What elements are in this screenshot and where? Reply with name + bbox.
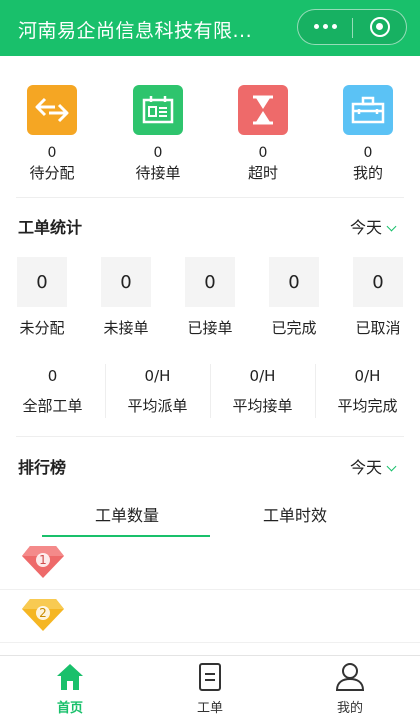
tab-order-timeliness[interactable]: 工单时效 <box>210 502 380 526</box>
tile-pending-accept[interactable]: 0 待接单 <box>118 85 198 183</box>
stat-label: 已完成 <box>271 319 317 337</box>
divider <box>16 197 404 198</box>
stat-value: 0 <box>101 257 151 307</box>
mini-program-capsule <box>297 9 407 45</box>
stat-cancelled[interactable]: 0 已取消 <box>343 257 413 338</box>
tile-label: 待分配 <box>29 164 75 182</box>
tile-count: 0 <box>363 145 373 161</box>
avg-label: 平均接单 <box>232 397 293 415</box>
nav-label: 首页 <box>56 701 83 716</box>
avg-value: 0/H <box>354 367 381 385</box>
avg-accept: 0/H 平均接单 <box>210 367 315 416</box>
nav-label: 我的 <box>336 701 363 716</box>
avg-label: 全部工单 <box>22 397 83 415</box>
stat-unassigned[interactable]: 0 未分配 <box>7 257 77 338</box>
toolbox-icon <box>343 85 393 135</box>
stat-completed[interactable]: 0 已完成 <box>259 257 329 338</box>
tile-timeout[interactable]: 0 超时 <box>223 85 303 183</box>
stat-label: 已取消 <box>355 319 401 337</box>
avg-value: 0 <box>47 367 58 385</box>
swap-arrows-icon <box>27 85 77 135</box>
rank-number: 1 <box>39 553 47 567</box>
chevron-down-icon <box>386 221 397 232</box>
stats-date-filter[interactable]: 今天 <box>350 214 397 238</box>
home-icon <box>57 664 83 690</box>
bottom-nav: 首页 工单 我的 <box>0 655 420 719</box>
stat-value: 0 <box>353 257 403 307</box>
filter-label: 今天 <box>350 458 383 477</box>
nav-label: 工单 <box>196 701 223 716</box>
tab-order-count[interactable]: 工单数量 <box>42 502 212 526</box>
stat-value: 0 <box>17 257 67 307</box>
stat-label: 未分配 <box>19 319 65 337</box>
stat-value: 0 <box>185 257 235 307</box>
nav-orders[interactable]: 工单 <box>160 662 260 716</box>
rank-number: 2 <box>39 606 47 620</box>
calendar-board-icon <box>133 85 183 135</box>
avg-value: 0/H <box>144 367 171 385</box>
tile-label: 待接单 <box>135 164 181 182</box>
more-icon[interactable] <box>314 23 338 31</box>
nav-home[interactable]: 首页 <box>20 662 120 716</box>
list-item[interactable]: 1 <box>0 537 420 590</box>
stat-accepted[interactable]: 0 已接单 <box>175 257 245 338</box>
document-icon <box>199 663 221 691</box>
stats-section-title: 工单统计 <box>18 218 83 237</box>
ranking-section-title: 排行榜 <box>18 458 67 477</box>
stat-unaccepted[interactable]: 0 未接单 <box>91 257 161 338</box>
nav-mine[interactable]: 我的 <box>300 662 400 716</box>
chevron-down-icon <box>386 461 397 472</box>
avg-label: 平均完成 <box>337 397 398 415</box>
close-icon[interactable] <box>370 17 390 37</box>
ranking-date-filter[interactable]: 今天 <box>350 454 397 478</box>
avg-label: 平均派单 <box>127 397 188 415</box>
page-title: 河南易企尚信息科技有限... <box>18 20 253 42</box>
hourglass-icon <box>238 85 288 135</box>
avg-all-orders: 0 全部工单 <box>0 367 105 416</box>
tile-count: 0 <box>153 145 163 161</box>
stat-value: 0 <box>269 257 319 307</box>
tile-mine[interactable]: 0 我的 <box>328 85 408 183</box>
divider <box>16 436 404 437</box>
avg-dispatch: 0/H 平均派单 <box>105 367 210 416</box>
tile-pending-assign[interactable]: 0 待分配 <box>12 85 92 183</box>
person-icon <box>335 663 365 691</box>
stat-label: 未接单 <box>103 319 149 337</box>
filter-label: 今天 <box>350 218 383 237</box>
avg-complete: 0/H 平均完成 <box>315 367 420 416</box>
avg-value: 0/H <box>249 367 276 385</box>
tile-label: 我的 <box>352 164 383 182</box>
list-item[interactable]: 2 <box>0 590 420 643</box>
tile-count: 0 <box>47 145 57 161</box>
tile-count: 0 <box>258 145 268 161</box>
tile-label: 超时 <box>247 164 278 182</box>
title-bar: 河南易企尚信息科技有限... <box>0 0 420 56</box>
capsule-divider <box>352 18 353 38</box>
stat-label: 已接单 <box>187 319 233 337</box>
